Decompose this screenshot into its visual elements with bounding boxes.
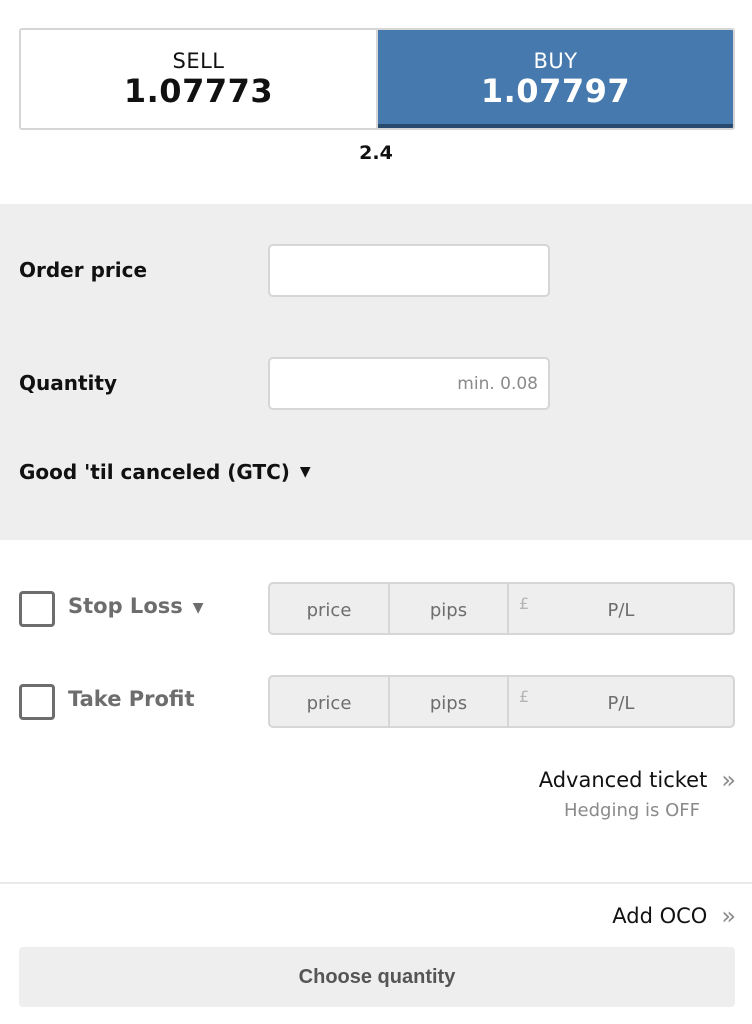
buy-label: BUY — [533, 49, 578, 73]
take-profit-row: Take Profit price pips £ P/L — [0, 675, 752, 729]
quantity-label: Quantity — [19, 371, 117, 395]
stop-loss-pl-input[interactable]: £ P/L — [509, 584, 733, 633]
add-oco-label: Add OCO — [612, 904, 708, 928]
buy-price: 1.07797 — [480, 72, 631, 110]
order-duration-value: Good 'til canceled (GTC) — [19, 460, 290, 484]
order-duration-dropdown[interactable]: Good 'til canceled (GTC) ▼ — [19, 460, 311, 484]
add-oco-link[interactable]: Add OCO » — [612, 902, 736, 930]
stop-loss-checkbox[interactable] — [19, 591, 55, 627]
caret-down-icon: ▼ — [299, 464, 311, 480]
take-profit-label-wrap[interactable]: Take Profit — [68, 687, 195, 711]
hedging-status: Hedging is OFF — [564, 800, 700, 821]
take-profit-pl-input[interactable]: £ P/L — [509, 677, 733, 726]
double-chevron-right-icon: » — [721, 766, 736, 794]
take-profit-label: Take Profit — [68, 687, 195, 711]
caret-down-icon: ▼ — [192, 600, 204, 616]
stop-loss-inputs: price pips £ P/L — [268, 582, 735, 635]
divider — [0, 882, 752, 884]
quantity-input[interactable] — [268, 357, 550, 410]
spread-value: 2.4 — [359, 142, 393, 164]
buy-button[interactable]: BUY 1.07797 — [378, 30, 733, 128]
advanced-ticket-link[interactable]: Advanced ticket » — [539, 766, 736, 794]
pound-icon: £ — [519, 594, 530, 613]
take-profit-pips-input[interactable]: pips — [390, 677, 509, 726]
sell-button[interactable]: SELL 1.07773 — [21, 30, 378, 128]
sell-label: SELL — [172, 49, 225, 73]
stop-loss-price-input[interactable]: price — [270, 584, 390, 633]
sell-price: 1.07773 — [123, 72, 274, 110]
take-profit-checkbox[interactable] — [19, 684, 55, 720]
advanced-ticket-label: Advanced ticket — [538, 768, 708, 792]
stop-loss-pips-input[interactable]: pips — [390, 584, 509, 633]
stop-loss-type-dropdown[interactable]: Stop Loss ▼ — [68, 594, 204, 618]
pound-icon: £ — [519, 687, 530, 706]
double-chevron-right-icon: » — [721, 902, 736, 930]
take-profit-pl-placeholder: P/L — [607, 693, 635, 714]
order-price-label: Order price — [19, 258, 148, 282]
choose-quantity-button[interactable]: Choose quantity — [19, 947, 735, 1007]
order-price-input[interactable] — [268, 244, 550, 297]
stop-loss-pl-placeholder: P/L — [607, 600, 635, 621]
stop-loss-row: Stop Loss ▼ price pips £ P/L — [0, 582, 752, 636]
take-profit-price-input[interactable]: price — [270, 677, 390, 726]
stop-loss-label: Stop Loss — [68, 594, 183, 618]
trade-direction-toggle: SELL 1.07773 BUY 1.07797 — [19, 28, 735, 130]
order-panel: Order price Quantity Good 'til canceled … — [0, 204, 752, 540]
take-profit-inputs: price pips £ P/L — [268, 675, 735, 728]
